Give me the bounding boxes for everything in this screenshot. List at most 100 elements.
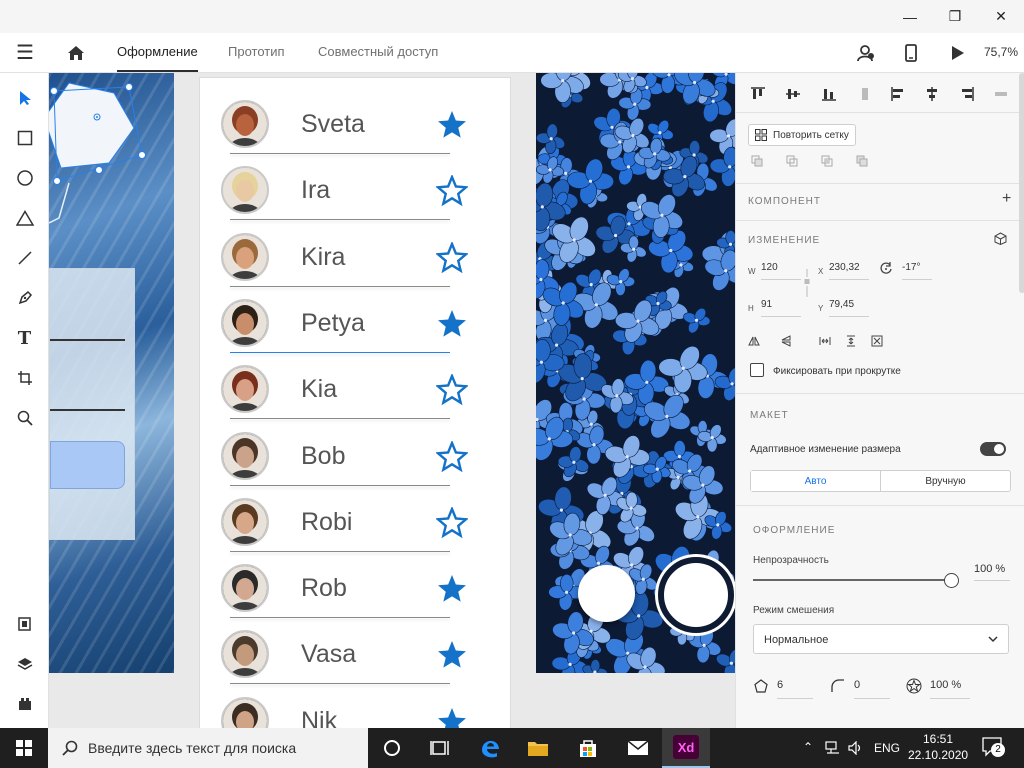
tab-design[interactable]: Оформление <box>117 33 198 72</box>
contact-row[interactable]: Petya <box>200 291 512 357</box>
contact-row[interactable]: Robi <box>200 490 512 556</box>
contact-row[interactable]: Kira <box>200 225 512 291</box>
task-view-icon[interactable] <box>416 728 464 768</box>
responsive-resize-toggle[interactable] <box>980 442 1006 456</box>
fix-scroll-checkbox[interactable] <box>750 363 764 377</box>
flip-vertical-icon[interactable] <box>780 335 792 347</box>
show-hidden-icons-chevron-icon[interactable]: ⌃ <box>803 740 813 754</box>
file-explorer-icon[interactable] <box>514 728 562 768</box>
align-center-icon[interactable] <box>925 87 939 101</box>
notifications-icon[interactable]: 2 <box>982 737 1005 762</box>
contact-row[interactable]: Nik <box>200 689 512 728</box>
form-submit-button[interactable] <box>50 441 125 489</box>
polygon-tool-icon[interactable] <box>0 203 49 233</box>
corner-radius-field[interactable]: 0 <box>854 679 890 699</box>
tab-share[interactable]: Совместный доступ <box>318 33 438 72</box>
select-tool-icon[interactable] <box>0 83 49 113</box>
star-filled-icon[interactable] <box>436 573 468 605</box>
align-top-icon[interactable] <box>751 87 765 101</box>
store-icon[interactable] <box>564 728 612 768</box>
polygon-sides-field[interactable]: 6 <box>777 679 813 699</box>
play-preview-icon[interactable] <box>946 33 970 72</box>
opacity-field[interactable]: 100 % <box>974 563 1010 581</box>
cortana-icon[interactable] <box>368 728 416 768</box>
selected-hexagon[interactable] <box>49 73 174 233</box>
align-left-icon[interactable] <box>891 87 905 101</box>
star-outline-icon[interactable] <box>436 440 468 473</box>
language-indicator[interactable]: ENG <box>874 741 900 755</box>
star-filled-icon[interactable] <box>436 308 468 340</box>
capture-button-white[interactable] <box>578 565 635 622</box>
ocean-artboard[interactable] <box>49 73 174 673</box>
rectangle-tool-icon[interactable] <box>0 123 49 153</box>
network-icon[interactable] <box>825 741 841 755</box>
star-filled-icon[interactable] <box>436 706 468 728</box>
layers-icon[interactable] <box>0 649 49 679</box>
contact-row[interactable]: Vasa <box>200 622 512 688</box>
stretch-both-icon[interactable] <box>871 335 883 347</box>
capture-button-ring[interactable] <box>658 557 734 633</box>
blend-mode-select[interactable]: Нормальное <box>753 624 1009 654</box>
flip-horizontal-icon[interactable] <box>748 335 760 347</box>
zoom-tool-icon[interactable] <box>0 403 49 433</box>
clock[interactable]: 16:51 22.10.2020 <box>908 732 968 762</box>
distribute-horizontal-icon[interactable] <box>994 87 1008 101</box>
close-button[interactable]: ✕ <box>978 0 1024 33</box>
distribute-vertical-icon[interactable] <box>858 87 872 101</box>
star-outline-icon[interactable] <box>436 241 468 274</box>
pen-tool-icon[interactable] <box>0 283 49 313</box>
rotation-field[interactable]: -17° <box>902 262 932 280</box>
opacity-slider-track[interactable] <box>753 579 953 581</box>
add-component-icon[interactable]: + <box>1002 190 1011 208</box>
repeat-grid-button[interactable]: Повторить сетку <box>748 124 856 146</box>
contact-row[interactable]: Rob <box>200 556 512 622</box>
star-ratio-field[interactable]: 100 % <box>930 679 970 699</box>
y-field[interactable]: 79,45 <box>829 299 869 317</box>
star-outline-icon[interactable] <box>436 506 468 539</box>
stretch-vertical-icon[interactable] <box>845 335 857 347</box>
x-field[interactable]: 230,32 <box>829 262 869 280</box>
contact-row[interactable]: Bob <box>200 424 512 490</box>
height-field[interactable]: 91 <box>761 299 801 317</box>
contacts-artboard[interactable]: Sveta Ira Kira Petya Kia Bob Robi Rob Vasa Nik <box>199 77 511 728</box>
star-filled-icon[interactable] <box>436 109 468 141</box>
width-field[interactable]: 120 <box>761 262 801 280</box>
flowers-artboard[interactable] <box>536 73 735 673</box>
resize-manual-option[interactable]: Вручную <box>881 471 1010 491</box>
star-filled-icon[interactable] <box>436 639 468 671</box>
plugins-icon[interactable] <box>0 689 49 719</box>
contact-row[interactable]: Ira <box>200 158 512 224</box>
contact-row[interactable]: Kia <box>200 357 512 423</box>
tab-prototype[interactable]: Прототип <box>228 33 285 72</box>
opacity-slider-thumb[interactable] <box>944 573 959 588</box>
panel-scrollbar[interactable] <box>1019 73 1024 293</box>
form-card[interactable] <box>49 268 135 540</box>
align-right-icon[interactable] <box>960 87 974 101</box>
home-icon[interactable] <box>62 33 90 72</box>
ellipse-tool-icon[interactable] <box>0 163 49 193</box>
resize-auto-option[interactable]: Авто <box>751 471 881 491</box>
stretch-horizontal-icon[interactable] <box>819 335 831 347</box>
3d-transform-icon[interactable] <box>994 232 1007 245</box>
align-bottom-icon[interactable] <box>822 87 836 101</box>
user-share-icon[interactable] <box>854 33 878 72</box>
star-outline-icon[interactable] <box>436 374 468 406</box>
artboard-tool-icon[interactable] <box>0 363 49 393</box>
minimize-button[interactable]: — <box>887 0 933 33</box>
zoom-level[interactable]: 75,7% <box>984 33 1018 72</box>
boolean-subtract-icon[interactable] <box>786 155 799 168</box>
adobe-xd-taskbar-button[interactable]: Xd <box>662 728 710 768</box>
boolean-intersect-icon[interactable] <box>821 155 834 168</box>
text-tool-icon[interactable]: T <box>0 323 49 353</box>
windows-start-icon[interactable] <box>0 728 48 768</box>
lock-aspect-icon[interactable] <box>803 269 811 299</box>
device-preview-icon[interactable] <box>899 33 923 72</box>
mail-icon[interactable] <box>614 728 662 768</box>
taskbar-search[interactable]: Введите здесь текст для поиска <box>48 728 368 768</box>
hamburger-menu-icon[interactable]: ☰ <box>10 33 40 72</box>
boolean-add-icon[interactable] <box>751 155 764 168</box>
line-tool-icon[interactable] <box>0 243 49 273</box>
boolean-exclude-icon[interactable] <box>856 155 869 168</box>
star-outline-icon[interactable] <box>436 175 468 207</box>
contact-row[interactable]: Sveta <box>200 92 512 158</box>
